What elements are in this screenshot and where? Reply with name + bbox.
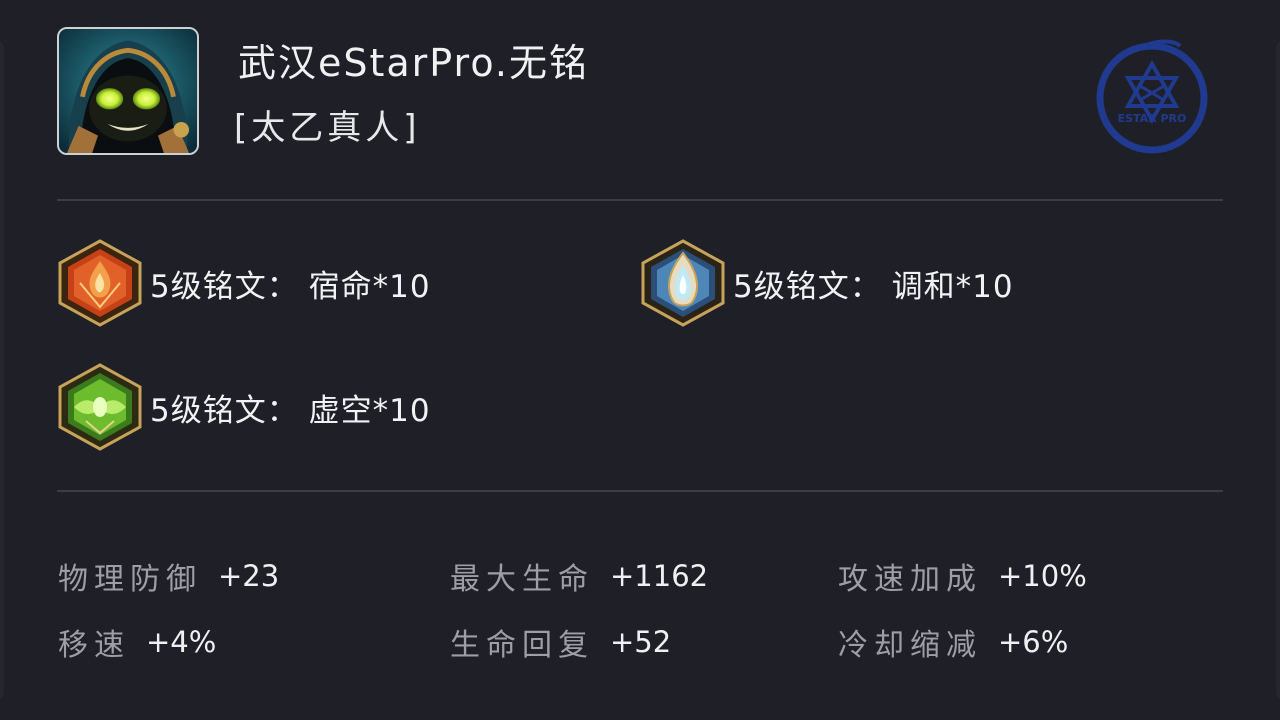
stat-value: +1162 [610, 559, 709, 593]
rune-level-label: 5级铭文： [150, 268, 299, 305]
hero-avatar [57, 27, 199, 155]
team-logo-text: ESTAR PRO [1118, 112, 1187, 125]
estar-pro-logo-icon: ESTAR PRO [1088, 36, 1218, 156]
stat-label: 冷却缩减 [838, 628, 982, 663]
stat-cooldown-reduction: 冷却缩减 +6% [838, 622, 1069, 663]
stat-label: 最大生命 [450, 562, 594, 597]
blue-rune-icon [641, 239, 725, 327]
stat-physical-defense: 物理防御 +23 [58, 556, 280, 597]
rune-panel: 武汉eStarPro.无铭 [太乙真人] ESTAR PRO 5级铭文： 宿命*… [0, 0, 1280, 720]
rune-level-label: 5级铭文： [150, 392, 299, 429]
rune-item-blue: 5级铭文： 调和*10 [639, 238, 1014, 328]
stat-value: +23 [218, 559, 280, 593]
stat-label: 物理防御 [58, 562, 202, 597]
stat-move-speed: 移速 +4% [58, 622, 217, 663]
divider-bottom [57, 490, 1223, 492]
stat-value: +6% [998, 625, 1069, 659]
rune-name: 调和*10 [891, 268, 1014, 305]
rune-name: 虚空*10 [308, 392, 431, 429]
stat-label: 生命回复 [450, 628, 594, 663]
rune-level-label: 5级铭文： [733, 268, 882, 305]
stat-hp-regen: 生命回复 +52 [450, 622, 672, 663]
player-name: 武汉eStarPro.无铭 [238, 41, 590, 85]
stat-label: 攻速加成 [838, 562, 982, 597]
stat-max-hp: 最大生命 +1162 [450, 556, 709, 597]
stat-value: +52 [610, 625, 672, 659]
stat-value: +4% [146, 625, 217, 659]
red-rune-icon [58, 239, 142, 327]
edge-decoration-left [0, 40, 4, 700]
rune-item-green: 5级铭文： 虚空*10 [56, 362, 431, 452]
rune-name: 宿命*10 [308, 268, 431, 305]
edge-decoration-right [1276, 40, 1280, 700]
stat-label: 移速 [58, 628, 130, 663]
stat-attack-speed: 攻速加成 +10% [838, 556, 1087, 597]
rune-item-red: 5级铭文： 宿命*10 [56, 238, 431, 328]
divider-top [57, 199, 1223, 201]
green-rune-icon [58, 363, 142, 451]
stat-value: +10% [998, 559, 1087, 593]
taiyi-zhenren-portrait-icon [59, 29, 197, 153]
hero-name: [太乙真人] [234, 108, 421, 148]
